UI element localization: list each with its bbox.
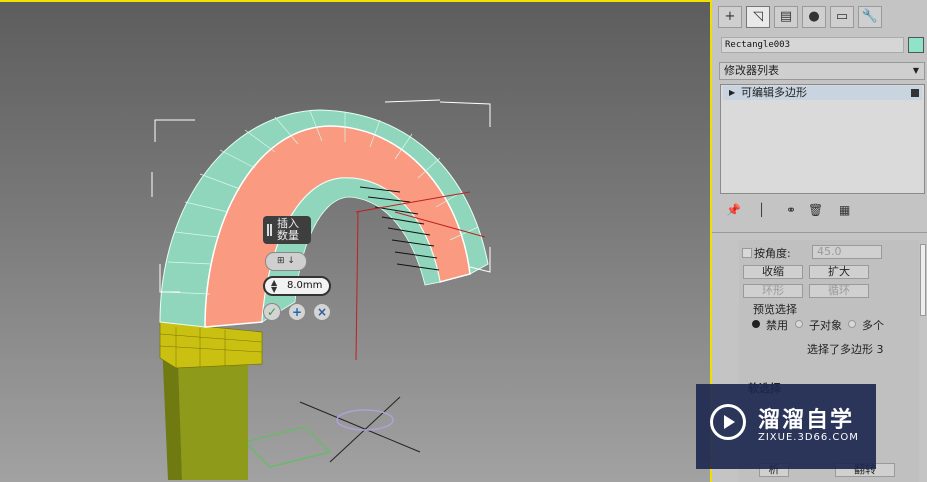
stack-item-editable-poly[interactable]: ▶ 可编辑多边形 <box>723 86 922 100</box>
motion-tab-icon[interactable]: ● <box>802 6 826 28</box>
pin-stack-icon[interactable]: 📌 <box>726 203 741 217</box>
object-color-swatch[interactable] <box>908 37 924 53</box>
watermark: 溜溜自学 ZIXUE.3D66.COM <box>696 384 876 469</box>
caddy-title-line2: 数量 <box>277 229 299 242</box>
display-tab-icon[interactable]: ▭ <box>830 6 854 28</box>
grow-button[interactable]: 扩大 <box>809 265 869 279</box>
loop-button[interactable]: 循环 <box>809 284 869 298</box>
by-angle-checkbox[interactable] <box>742 248 752 258</box>
modifier-list-dropdown[interactable]: 修改器列表 ▼ <box>719 62 925 80</box>
expand-triangle-icon[interactable]: ▶ <box>729 86 735 100</box>
remove-modifier-icon[interactable]: 🗑 <box>808 203 823 217</box>
radio-multi[interactable] <box>848 320 856 328</box>
create-tab-icon[interactable]: + <box>718 6 742 28</box>
modifier-stack[interactable]: ▶ 可编辑多边形 <box>720 84 925 194</box>
pillar-cap <box>159 321 263 369</box>
insert-caddy-title[interactable]: 插入 数量 <box>263 216 311 244</box>
panel-scrollbar[interactable] <box>920 244 926 316</box>
insert-mode-dropdown[interactable]: ⊞ ↓ <box>265 252 307 271</box>
watermark-url: ZIXUE.3D66.COM <box>758 432 859 443</box>
show-end-result-icon[interactable]: │ <box>758 203 765 217</box>
preview-selection-label: 预览选择 <box>753 303 797 316</box>
play-logo-icon <box>710 404 746 440</box>
radio-disable[interactable] <box>752 320 760 328</box>
by-angle-label: 按角度: <box>754 247 791 260</box>
by-angle-spinner[interactable]: 45.0 <box>812 245 882 259</box>
spinner-arrows-icon[interactable]: ▲ ▼ <box>271 279 277 294</box>
radio-subobject-label: 子对象 <box>809 319 842 332</box>
scene-3d-geometry[interactable] <box>0 2 712 482</box>
stack-item-label: 可编辑多边形 <box>741 86 807 99</box>
chevron-down-icon: ▼ <box>912 66 919 75</box>
hierarchy-tab-icon[interactable]: ▤ <box>774 6 798 28</box>
configure-sets-icon[interactable]: ▦ <box>839 203 850 217</box>
utilities-tab-icon[interactable]: 🔧 <box>858 6 882 28</box>
insert-amount-value[interactable]: 8.0mm <box>287 280 322 291</box>
insert-amount-spinner[interactable]: ▲ ▼ 8.0mm <box>263 276 331 296</box>
cancel-button[interactable]: × <box>313 303 331 321</box>
radio-disable-label: 禁用 <box>766 319 788 332</box>
perspective-viewport[interactable]: 插入 数量 ⊞ ↓ ▲ ▼ 8.0mm ✓ + × <box>0 0 712 482</box>
drag-grip-icon[interactable] <box>267 224 272 236</box>
selection-status: 选择了多边形 3 <box>807 343 884 356</box>
make-unique-icon[interactable]: ⚭ <box>786 203 796 217</box>
modifier-list-label: 修改器列表 <box>724 64 779 77</box>
watermark-title: 溜溜自学 <box>758 408 855 433</box>
shrink-button[interactable]: 收缩 <box>743 265 803 279</box>
toggle-square-icon[interactable] <box>911 89 919 97</box>
modify-tab-icon[interactable]: ◹ <box>746 6 770 28</box>
ok-button[interactable]: ✓ <box>263 303 281 321</box>
object-name-field[interactable]: Rectangle003 <box>721 37 904 53</box>
ring-button[interactable]: 环形 <box>743 284 803 298</box>
gizmo-circle <box>336 409 394 431</box>
radio-multi-label: 多个 <box>862 319 884 332</box>
panel-divider[interactable] <box>712 232 927 237</box>
apply-button[interactable]: + <box>288 303 306 321</box>
gizmo-plane <box>243 426 332 468</box>
radio-subobject[interactable] <box>795 320 803 328</box>
